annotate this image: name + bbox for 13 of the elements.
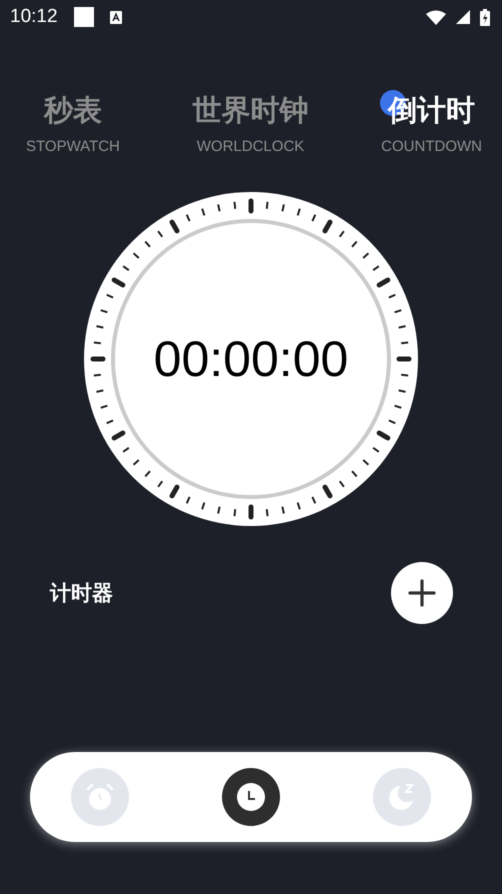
status-time: 10:12 — [10, 6, 58, 28]
section-label: 计时器 — [50, 580, 113, 607]
wifi-icon — [426, 10, 446, 24]
mode-tab[interactable]: 秒表 STOPWATCH — [26, 90, 120, 155]
alarm-clock-icon — [84, 781, 116, 813]
keyboard-icon — [110, 10, 122, 24]
clock-icon — [236, 782, 266, 812]
notification-icon — [74, 7, 94, 27]
timer-display: 00:00:00 — [154, 330, 348, 388]
plus-icon — [408, 579, 436, 607]
battery-icon — [480, 8, 490, 26]
signal-icon — [456, 10, 470, 24]
mode-tab[interactable]: 世界时钟 WORLDCLOCK — [192, 90, 309, 155]
